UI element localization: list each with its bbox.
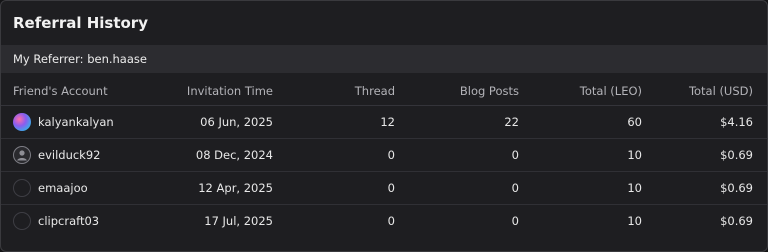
avatar[interactable] <box>13 179 31 197</box>
header-invitation-time[interactable]: Invitation Time <box>153 77 273 106</box>
table-row: evilduck92 08 Dec, 2024 0 0 10 $0.69 <box>1 138 767 172</box>
thread-count: 0 <box>387 214 395 228</box>
invitation-time: 06 Jun, 2025 <box>153 105 273 139</box>
account-name[interactable]: evilduck92 <box>38 148 100 162</box>
table-row: clipcraft03 17 Jul, 2025 0 0 10 $0.69 <box>1 205 767 238</box>
account-name[interactable]: clipcraft03 <box>38 214 99 228</box>
total-usd: $0.69 <box>642 138 767 172</box>
account-cell[interactable]: clipcraft03 <box>13 212 153 230</box>
thread-count: 0 <box>273 138 395 172</box>
default-user-avatar-icon[interactable] <box>13 146 31 164</box>
avatar[interactable] <box>13 113 31 131</box>
header-total-leo[interactable]: Total (LEO) <box>519 77 642 106</box>
blog-posts-count: 0 <box>395 138 519 172</box>
invitation-time: 08 Dec, 2024 <box>153 138 273 172</box>
page-title: Referral History <box>13 14 148 32</box>
header-total-usd[interactable]: Total (USD) <box>642 77 767 106</box>
referral-history-card: Referral History My Referrer: ben.haase … <box>0 0 768 252</box>
total-leo: 10 <box>519 171 642 205</box>
blog-posts-count: 0 <box>395 171 519 205</box>
total-usd: $0.69 <box>642 171 767 205</box>
total-usd: $4.16 <box>642 105 767 139</box>
blog-posts-count: 0 <box>511 214 519 228</box>
account-cell[interactable]: emaajoo <box>13 179 153 197</box>
total-leo: 60 <box>519 105 642 139</box>
invitation-time: 12 Apr, 2025 <box>153 171 273 205</box>
account-name[interactable]: kalyankalyan <box>38 115 114 129</box>
table-row: emaajoo 12 Apr, 2025 0 0 10 $0.69 <box>1 171 767 205</box>
header-blog-posts[interactable]: Blog Posts <box>395 77 519 106</box>
table-header-row: Friend's Account Invitation Time Thread … <box>1 77 767 106</box>
blog-posts-count: 22 <box>395 105 519 139</box>
thread-count: 12 <box>273 105 395 139</box>
total-leo: 10 <box>627 214 642 228</box>
thread-count: 0 <box>273 171 395 205</box>
header-friends-account[interactable]: Friend's Account <box>1 77 153 106</box>
referrer-text: My Referrer: ben.haase <box>13 52 147 66</box>
table-row: kalyankalyan 06 Jun, 2025 12 22 60 $4.16 <box>1 105 767 139</box>
referral-table: Friend's Account Invitation Time Thread … <box>1 77 767 237</box>
header-thread[interactable]: Thread <box>273 77 395 106</box>
avatar[interactable] <box>13 212 31 230</box>
account-cell[interactable]: evilduck92 <box>13 146 153 164</box>
account-cell[interactable]: kalyankalyan <box>13 113 153 131</box>
invitation-time: 17 Jul, 2025 <box>204 214 273 228</box>
referrer-bar: My Referrer: ben.haase <box>1 45 767 73</box>
total-usd: $0.69 <box>720 214 753 228</box>
total-leo: 10 <box>519 138 642 172</box>
account-name[interactable]: emaajoo <box>38 181 88 195</box>
